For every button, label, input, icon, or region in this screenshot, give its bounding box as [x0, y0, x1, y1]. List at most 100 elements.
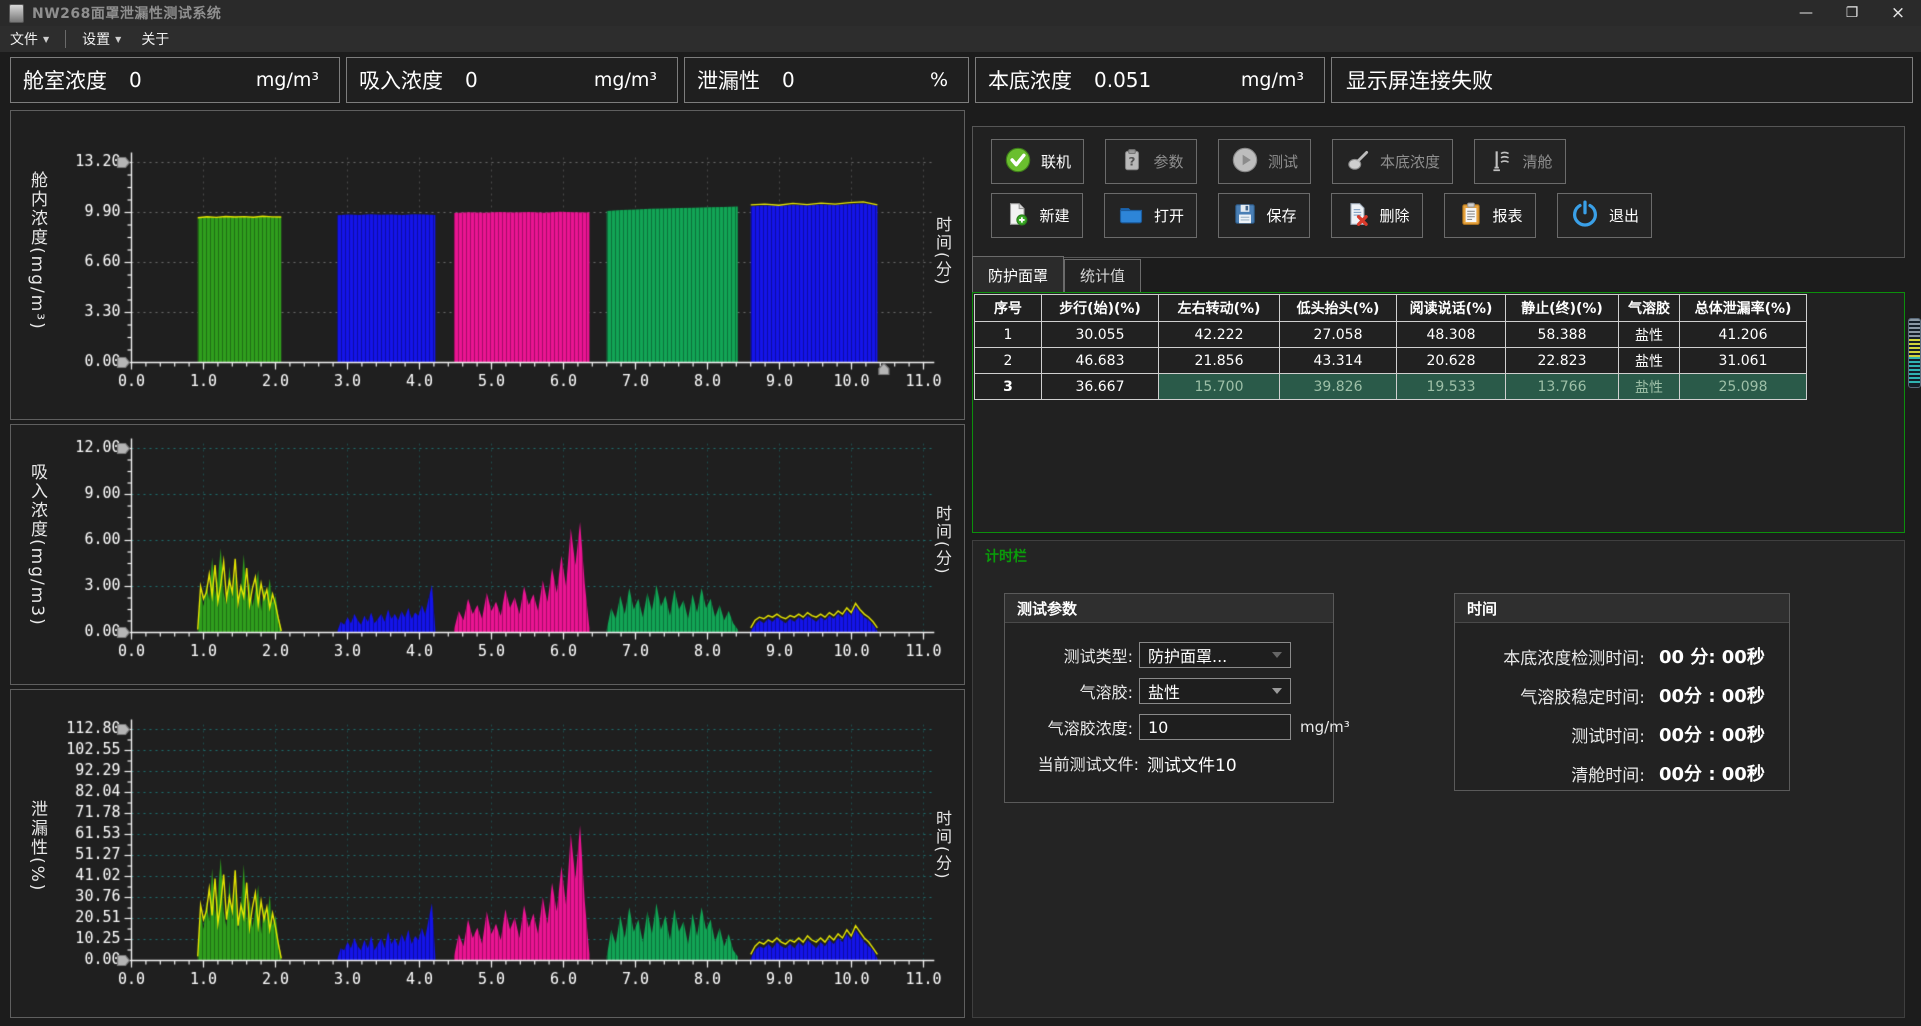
background-probe-icon: [1345, 147, 1371, 177]
test-button-label: 测试: [1268, 151, 1298, 172]
inhaled-chart-time-label: 时间(分): [930, 505, 954, 575]
purge-time-row: 清舱时间: 00分 : 00秒: [1455, 760, 1789, 786]
timer-group-label: 计时栏: [985, 546, 1027, 566]
aerosol-stabilize-time-label: 气溶胶稳定时间:: [1455, 683, 1645, 708]
test-time-value: 00分 : 00秒: [1659, 721, 1765, 747]
table-column-header[interactable]: 气溶胶: [1619, 295, 1680, 322]
table-cell[interactable]: 46.683: [1042, 348, 1159, 374]
purge-time-label: 清舱时间:: [1455, 761, 1645, 786]
online-check-icon: [1004, 146, 1032, 178]
menu-file-label: 文件: [10, 29, 38, 49]
minimize-button[interactable]: —: [1783, 0, 1829, 26]
report-clipboard-icon: [1458, 201, 1484, 231]
table-column-header[interactable]: 阅读说话(%): [1397, 295, 1506, 322]
table-cell[interactable]: 25.098: [1680, 374, 1807, 400]
table-cell[interactable]: 31.061: [1680, 348, 1807, 374]
delete-file-icon: [1345, 201, 1371, 231]
menubar: 文件 ▼ 设置 ▼ 关于: [0, 26, 1921, 52]
menu-about[interactable]: 关于: [131, 26, 179, 52]
save-floppy-icon: [1232, 201, 1258, 231]
current-file-value: 测试文件10: [1147, 751, 1237, 776]
table-cell[interactable]: 1: [975, 322, 1042, 348]
leakage-chart: [11, 690, 964, 1017]
exit-button[interactable]: 退出: [1557, 193, 1652, 238]
online-button[interactable]: 联机: [991, 139, 1084, 184]
table-column-header[interactable]: 步行(始)(%): [1042, 295, 1159, 322]
leakage-value: 0: [782, 68, 795, 92]
chevron-down-icon: [1272, 652, 1282, 658]
table-cell[interactable]: 30.055: [1042, 322, 1159, 348]
table-cell[interactable]: 27.058: [1280, 322, 1397, 348]
table-column-header[interactable]: 左右转动(%): [1159, 295, 1280, 322]
table-row[interactable]: 246.68321.85643.31420.62822.823盐性31.061: [975, 348, 1807, 374]
table-column-header[interactable]: 静止(终)(%): [1506, 295, 1619, 322]
table-cell[interactable]: 21.856: [1159, 348, 1280, 374]
online-button-label: 联机: [1041, 151, 1071, 172]
test-time-row: 测试时间: 00分 : 00秒: [1455, 721, 1789, 747]
table-cell[interactable]: 42.222: [1159, 322, 1280, 348]
svg-text:?: ?: [1128, 154, 1135, 168]
tab-mask[interactable]: 防护面罩: [972, 256, 1064, 292]
report-button[interactable]: 报表: [1444, 193, 1536, 238]
table-cell[interactable]: 15.700: [1159, 374, 1280, 400]
inhaled-concentration-unit: mg/m³: [594, 69, 665, 91]
menu-file[interactable]: 文件 ▼: [0, 26, 59, 52]
status-bar: 舱室浓度 0 mg/m³ 吸入浓度 0 mg/m³ 泄漏性 0 % 本底浓度 0…: [10, 57, 1913, 103]
delete-button[interactable]: 删除: [1331, 193, 1423, 238]
tab-strip: 防护面罩 统计值: [972, 261, 1141, 292]
close-button[interactable]: ×: [1875, 0, 1921, 26]
table-cell[interactable]: 58.388: [1506, 322, 1619, 348]
table-cell[interactable]: 盐性: [1619, 374, 1680, 400]
table-column-header[interactable]: 序号: [975, 295, 1042, 322]
menu-settings[interactable]: 设置 ▼: [72, 26, 131, 52]
aerosol-concentration-label: 气溶胶浓度:: [1005, 715, 1133, 739]
test-type-select[interactable]: 防护面罩...: [1139, 642, 1291, 668]
params-button[interactable]: ? 参数: [1105, 139, 1197, 184]
inhaled-concentration-chart-panel: 吸入浓度(mg/m3) 时间(分): [10, 424, 965, 685]
inhaled-concentration-chart: [11, 425, 964, 684]
table-cell[interactable]: 13.766: [1506, 374, 1619, 400]
inhaled-concentration-label: 吸入浓度: [359, 65, 443, 95]
table-cell[interactable]: 41.206: [1680, 322, 1807, 348]
restore-button[interactable]: ❐: [1829, 0, 1875, 26]
background-concentration-panel: 本底浓度 0.051 mg/m³: [975, 57, 1325, 103]
test-button[interactable]: 测试: [1218, 139, 1311, 184]
table-column-header[interactable]: 低头抬头(%): [1280, 295, 1397, 322]
exit-power-icon: [1570, 199, 1600, 233]
new-button[interactable]: 新建: [991, 193, 1083, 238]
table-cell[interactable]: 43.314: [1280, 348, 1397, 374]
tab-statistics[interactable]: 统计值: [1064, 259, 1141, 292]
aerosol-select[interactable]: 盐性: [1139, 678, 1291, 704]
display-connection-status: 显示屏连接失败: [1331, 57, 1913, 103]
background-concentration-button[interactable]: 本底浓度: [1332, 139, 1453, 184]
table-column-header[interactable]: 总体泄漏率(%): [1680, 295, 1807, 322]
level-indicator-scrollbar[interactable]: [1908, 318, 1921, 388]
menu-about-label: 关于: [141, 29, 169, 49]
table-cell[interactable]: 2: [975, 348, 1042, 374]
titlebar: NW268面罩泄漏性测试系统 — ❐ ×: [0, 0, 1921, 26]
table-cell[interactable]: 48.308: [1397, 322, 1506, 348]
table-row[interactable]: 336.66715.70039.82619.53313.766盐性25.098: [975, 374, 1807, 400]
purge-button[interactable]: 清舱: [1474, 139, 1566, 184]
report-button-label: 报表: [1493, 205, 1523, 226]
cabin-concentration-label: 舱室浓度: [23, 65, 107, 95]
table-cell[interactable]: 盐性: [1619, 348, 1680, 374]
table-row[interactable]: 130.05542.22227.05848.30858.388盐性41.206: [975, 322, 1807, 348]
table-cell[interactable]: 20.628: [1397, 348, 1506, 374]
params-clipboard-icon: ?: [1119, 147, 1145, 177]
open-button[interactable]: 打开: [1104, 193, 1197, 238]
table-cell[interactable]: 3: [975, 374, 1042, 400]
test-type-value: 防护面罩...: [1148, 643, 1227, 667]
chevron-down-icon: ▼: [115, 35, 121, 44]
app-icon: [9, 4, 24, 23]
table-cell[interactable]: 36.667: [1042, 374, 1159, 400]
aerosol-label: 气溶胶:: [1005, 679, 1133, 703]
aerosol-concentration-input[interactable]: [1139, 714, 1291, 740]
table-cell[interactable]: 19.533: [1397, 374, 1506, 400]
save-button[interactable]: 保存: [1218, 193, 1310, 238]
table-cell[interactable]: 盐性: [1619, 322, 1680, 348]
cabin-chart-time-label: 时间(分): [930, 216, 954, 286]
table-cell[interactable]: 22.823: [1506, 348, 1619, 374]
table-cell[interactable]: 39.826: [1280, 374, 1397, 400]
inhaled-concentration-value: 0: [465, 68, 478, 92]
